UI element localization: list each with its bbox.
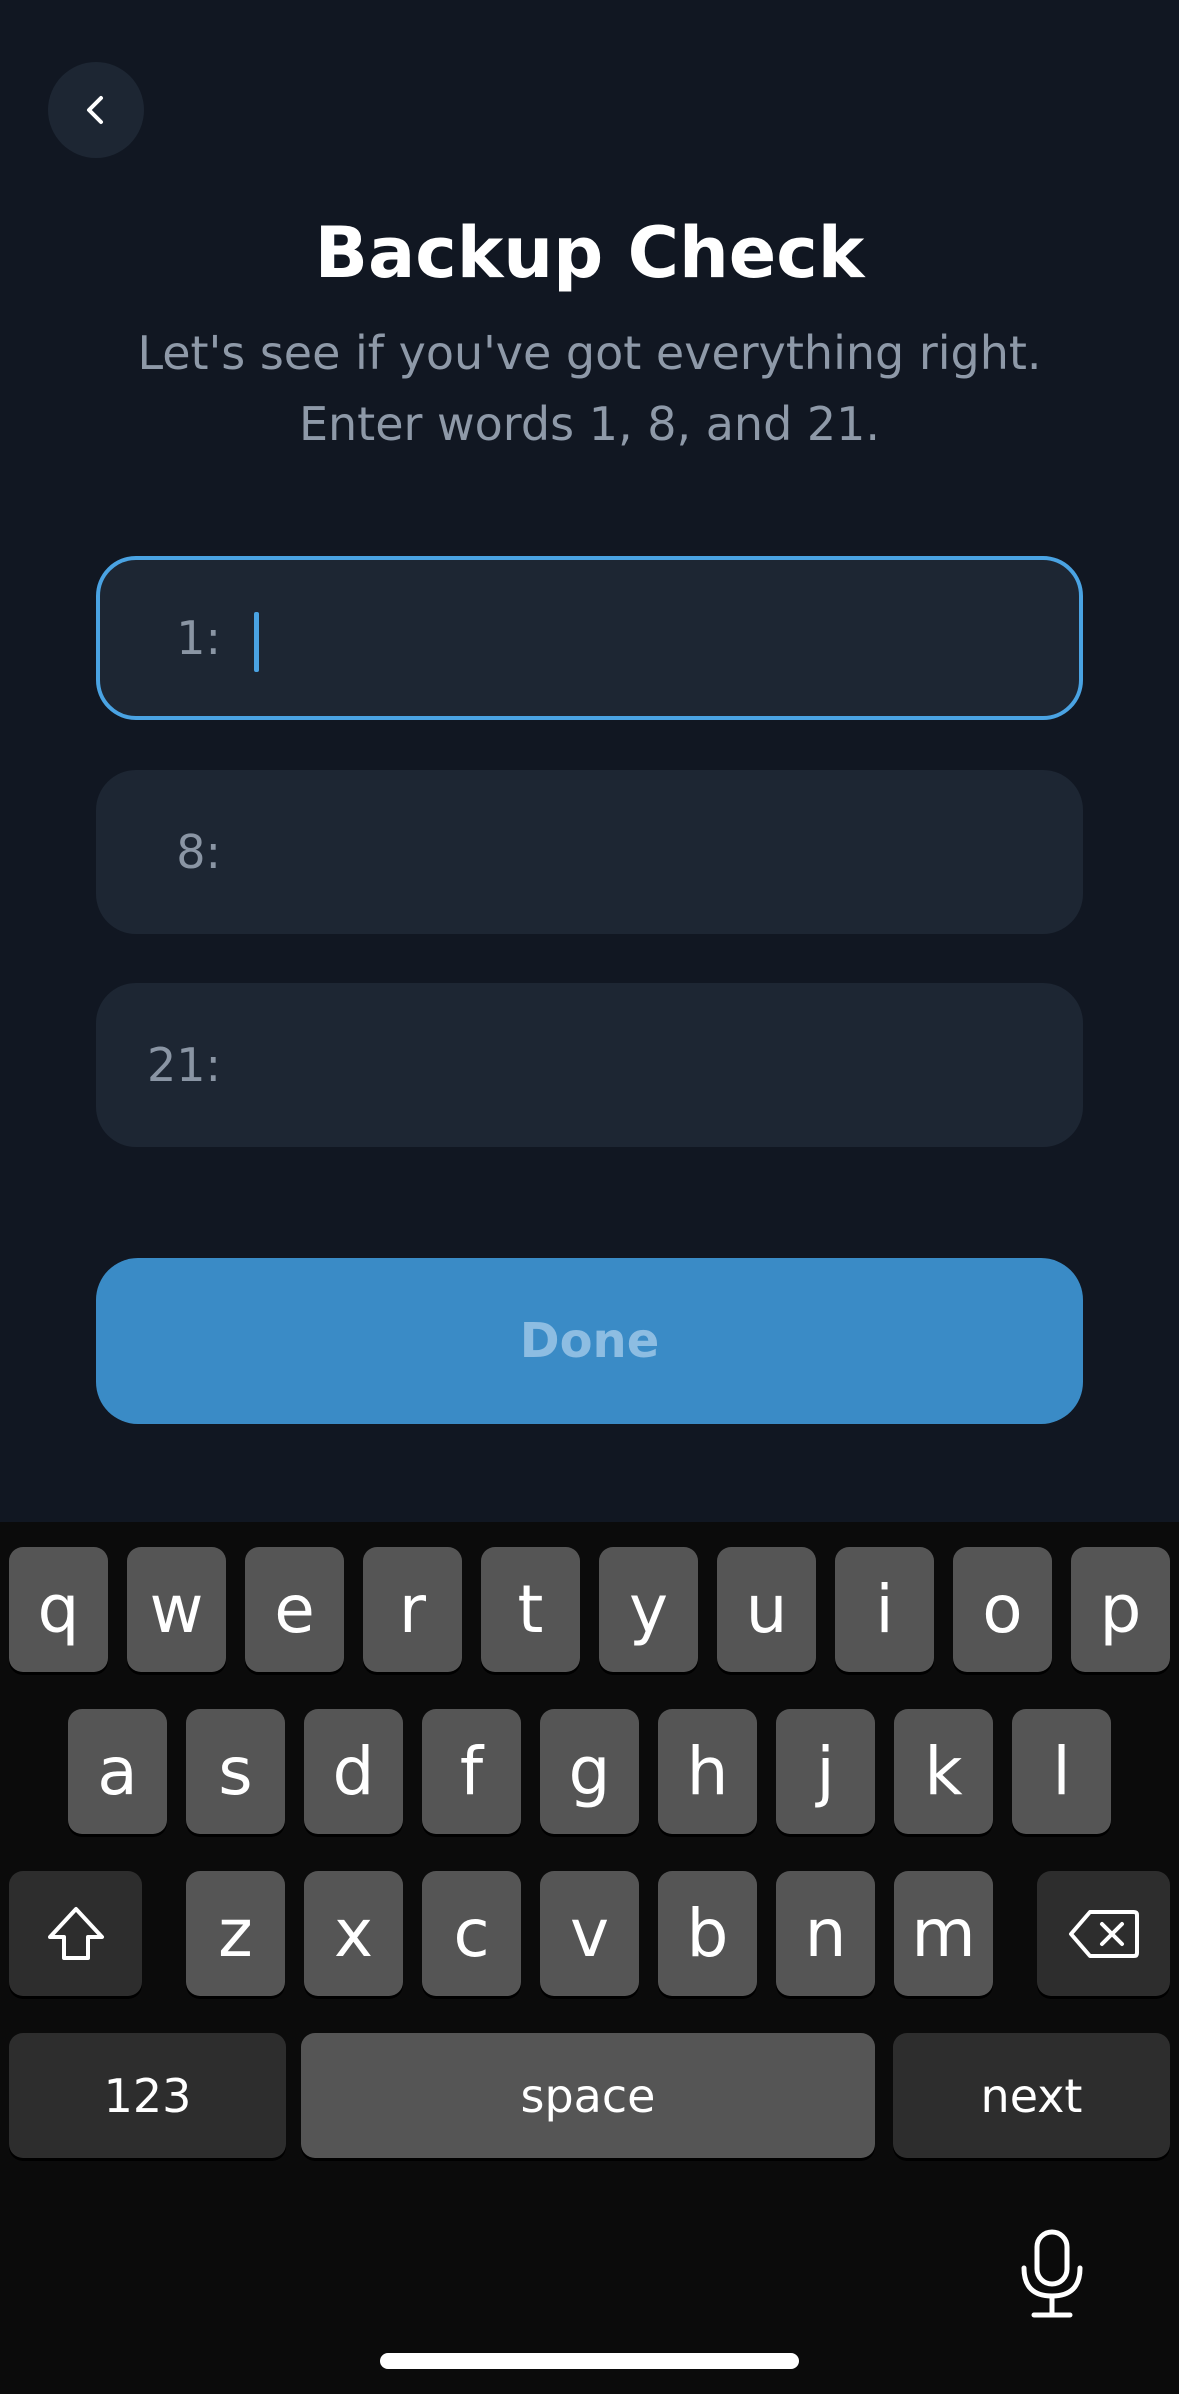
text-caret (254, 612, 259, 672)
key-a[interactable]: a (68, 1709, 167, 1834)
home-indicator (380, 2353, 799, 2369)
key-q[interactable]: q (9, 1547, 108, 1672)
key-f[interactable]: f (422, 1709, 521, 1834)
backspace-key[interactable] (1037, 1871, 1170, 1996)
page-title: Backup Check (314, 212, 865, 294)
key-i[interactable]: i (835, 1547, 934, 1672)
key-y[interactable]: y (599, 1547, 698, 1672)
key-r[interactable]: r (363, 1547, 462, 1672)
key-c[interactable]: c (422, 1871, 521, 1996)
numbers-key[interactable]: 123 (9, 2033, 286, 2158)
key-j[interactable]: j (776, 1709, 875, 1834)
key-p[interactable]: p (1071, 1547, 1170, 1672)
key-e[interactable]: e (245, 1547, 344, 1672)
done-button[interactable]: Done (96, 1258, 1083, 1424)
key-d[interactable]: d (304, 1709, 403, 1834)
key-t[interactable]: t (481, 1547, 580, 1672)
key-u[interactable]: u (717, 1547, 816, 1672)
word-1-label: 1: (176, 611, 221, 665)
page-subtitle: Let's see if you've got everything right… (0, 318, 1179, 460)
key-w[interactable]: w (127, 1547, 226, 1672)
key-h[interactable]: h (658, 1709, 757, 1834)
keyboard: q w e r t y u i o p a s d f g h j k l z … (0, 1522, 1179, 2394)
key-m[interactable]: m (894, 1871, 993, 1996)
back-button[interactable] (48, 62, 144, 158)
word-21-label: 21: (146, 1038, 221, 1092)
key-o[interactable]: o (953, 1547, 1052, 1672)
chevron-left-icon (87, 96, 103, 124)
subtitle-line-2: Enter words 1, 8, and 21. (298, 397, 881, 451)
key-s[interactable]: s (186, 1709, 285, 1834)
shift-icon (47, 1906, 104, 1960)
backspace-icon (1068, 1909, 1139, 1958)
key-x[interactable]: x (304, 1871, 403, 1996)
subtitle-line-1: Let's see if you've got everything right… (137, 326, 1042, 380)
word-8-field[interactable]: 8: (96, 770, 1083, 934)
word-1-field[interactable]: 1: (96, 556, 1083, 720)
shift-key[interactable] (9, 1871, 142, 1996)
word-1-input[interactable] (250, 560, 1050, 716)
word-21-input[interactable] (246, 983, 1046, 1147)
word-8-label: 8: (176, 825, 221, 879)
key-k[interactable]: k (894, 1709, 993, 1834)
key-l[interactable]: l (1012, 1709, 1111, 1834)
key-n[interactable]: n (776, 1871, 875, 1996)
space-key[interactable]: space (301, 2033, 875, 2158)
key-z[interactable]: z (186, 1871, 285, 1996)
key-v[interactable]: v (540, 1871, 639, 1996)
word-8-input[interactable] (246, 770, 1046, 934)
key-b[interactable]: b (658, 1871, 757, 1996)
word-21-field[interactable]: 21: (96, 983, 1083, 1147)
key-g[interactable]: g (540, 1709, 639, 1834)
next-key[interactable]: next (893, 2033, 1170, 2158)
microphone-icon[interactable] (1018, 2228, 1086, 2320)
